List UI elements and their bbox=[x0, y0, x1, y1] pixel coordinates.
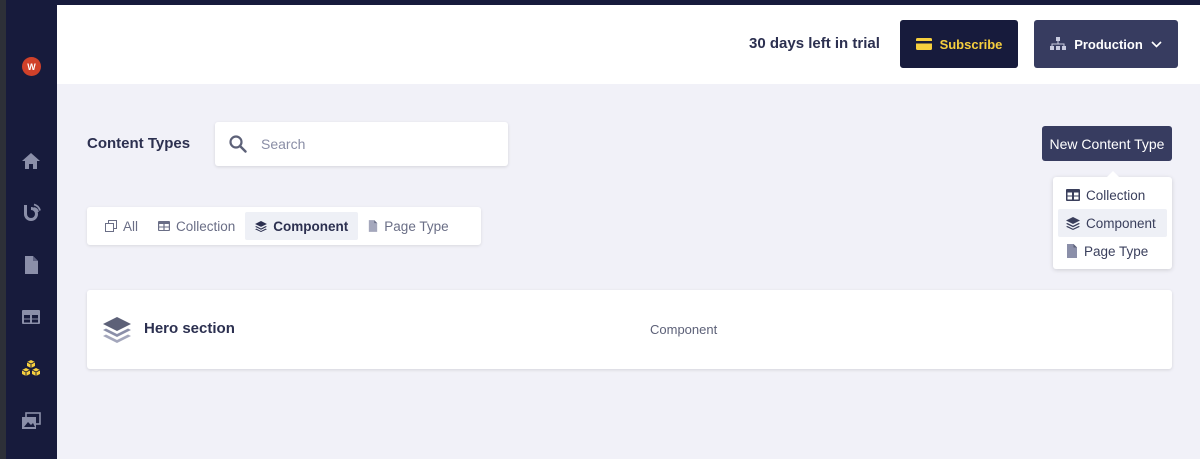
new-content-type-menu: Collection Component Page Type bbox=[1053, 171, 1172, 269]
tab-collection[interactable]: Collection bbox=[148, 212, 245, 240]
sitemap-icon bbox=[1050, 37, 1067, 50]
sidebar-item-blog[interactable] bbox=[19, 201, 43, 225]
environment-selector[interactable]: Production bbox=[1034, 20, 1178, 68]
subscribe-button[interactable]: Subscribe bbox=[900, 20, 1018, 68]
tab-label: All bbox=[123, 218, 139, 234]
environment-label: Production bbox=[1074, 36, 1143, 52]
trial-status: 30 days left in trial bbox=[749, 35, 880, 52]
tab-label: Page Type bbox=[384, 218, 449, 234]
content-type-kind: Component bbox=[650, 322, 718, 337]
content-type-filter-tabs: All Collection Component Page Type bbox=[87, 207, 481, 245]
menu-item-collection[interactable]: Collection bbox=[1058, 181, 1167, 209]
document-icon bbox=[25, 256, 38, 274]
menu-item-label: Collection bbox=[1086, 187, 1146, 203]
chevron-down-icon bbox=[1151, 40, 1162, 48]
new-content-type-button[interactable]: New Content Type bbox=[1042, 126, 1172, 161]
layout-icon bbox=[22, 310, 40, 324]
blog-icon bbox=[24, 203, 41, 221]
sidebar-item-content-types[interactable] bbox=[19, 357, 43, 381]
layers-icon bbox=[1066, 216, 1080, 230]
search-icon bbox=[229, 135, 247, 153]
table-icon bbox=[1066, 189, 1080, 201]
tab-label: Component bbox=[273, 218, 349, 234]
top-header: 30 days left in trial Subscribe Producti… bbox=[57, 5, 1200, 84]
menu-item-component[interactable]: Component bbox=[1058, 209, 1167, 237]
sidebar-item-media[interactable] bbox=[19, 409, 43, 433]
menu-item-page-type[interactable]: Page Type bbox=[1058, 237, 1167, 265]
copy-icon bbox=[105, 220, 117, 232]
page-icon bbox=[1067, 244, 1077, 258]
home-icon bbox=[22, 153, 40, 169]
page-icon bbox=[369, 220, 378, 232]
tab-all[interactable]: All bbox=[95, 212, 148, 240]
menu-item-label: Component bbox=[1086, 215, 1156, 231]
page-title: Content Types bbox=[87, 135, 191, 152]
tab-label: Collection bbox=[176, 218, 236, 234]
sidebar: W bbox=[6, 5, 57, 459]
sidebar-item-home[interactable] bbox=[19, 149, 43, 173]
cubes-icon bbox=[21, 360, 41, 376]
tab-page-type[interactable]: Page Type bbox=[358, 212, 458, 240]
sidebar-item-layouts[interactable] bbox=[19, 305, 43, 329]
credit-card-icon bbox=[915, 38, 932, 50]
subscribe-label: Subscribe bbox=[939, 36, 1003, 52]
search-input[interactable] bbox=[261, 136, 481, 152]
sidebar-item-pages[interactable] bbox=[19, 253, 43, 277]
search-box[interactable] bbox=[215, 122, 508, 166]
workspace-avatar[interactable]: W bbox=[22, 57, 41, 76]
content-type-list: Hero section Component bbox=[87, 290, 1172, 369]
media-icon bbox=[22, 412, 41, 429]
layers-icon bbox=[255, 220, 268, 232]
tab-component[interactable]: Component bbox=[245, 212, 359, 240]
content-type-name[interactable]: Hero section bbox=[144, 320, 235, 337]
layers-icon bbox=[103, 317, 131, 343]
menu-item-label: Page Type bbox=[1084, 243, 1149, 259]
table-icon bbox=[158, 221, 171, 231]
